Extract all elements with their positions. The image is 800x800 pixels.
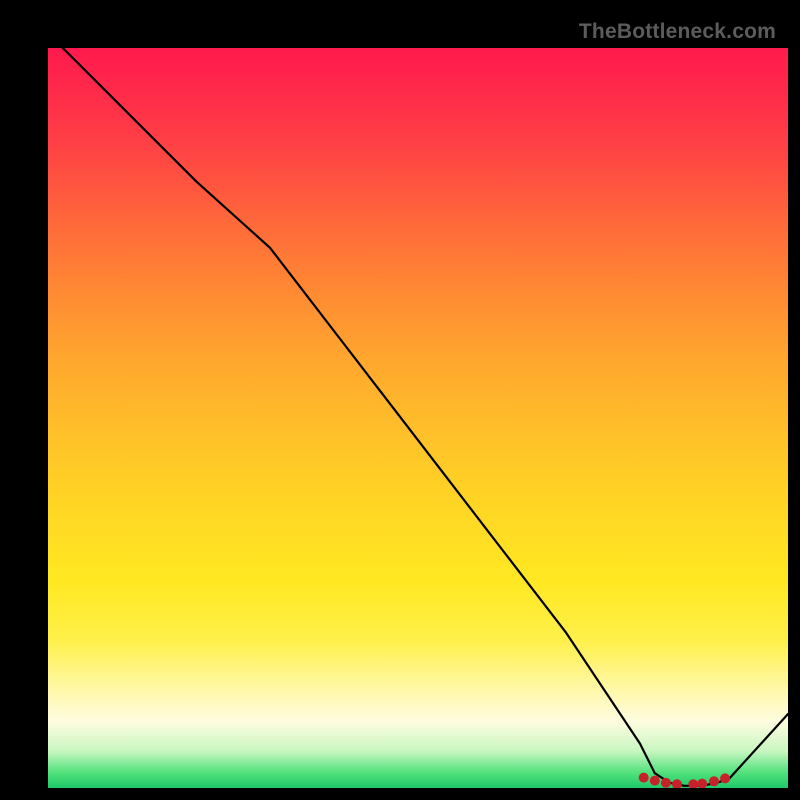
chart-frame: TheBottleneck.com <box>18 18 782 782</box>
watermark-label: TheBottleneck.com <box>579 20 776 44</box>
chart-plot-area <box>48 48 788 788</box>
